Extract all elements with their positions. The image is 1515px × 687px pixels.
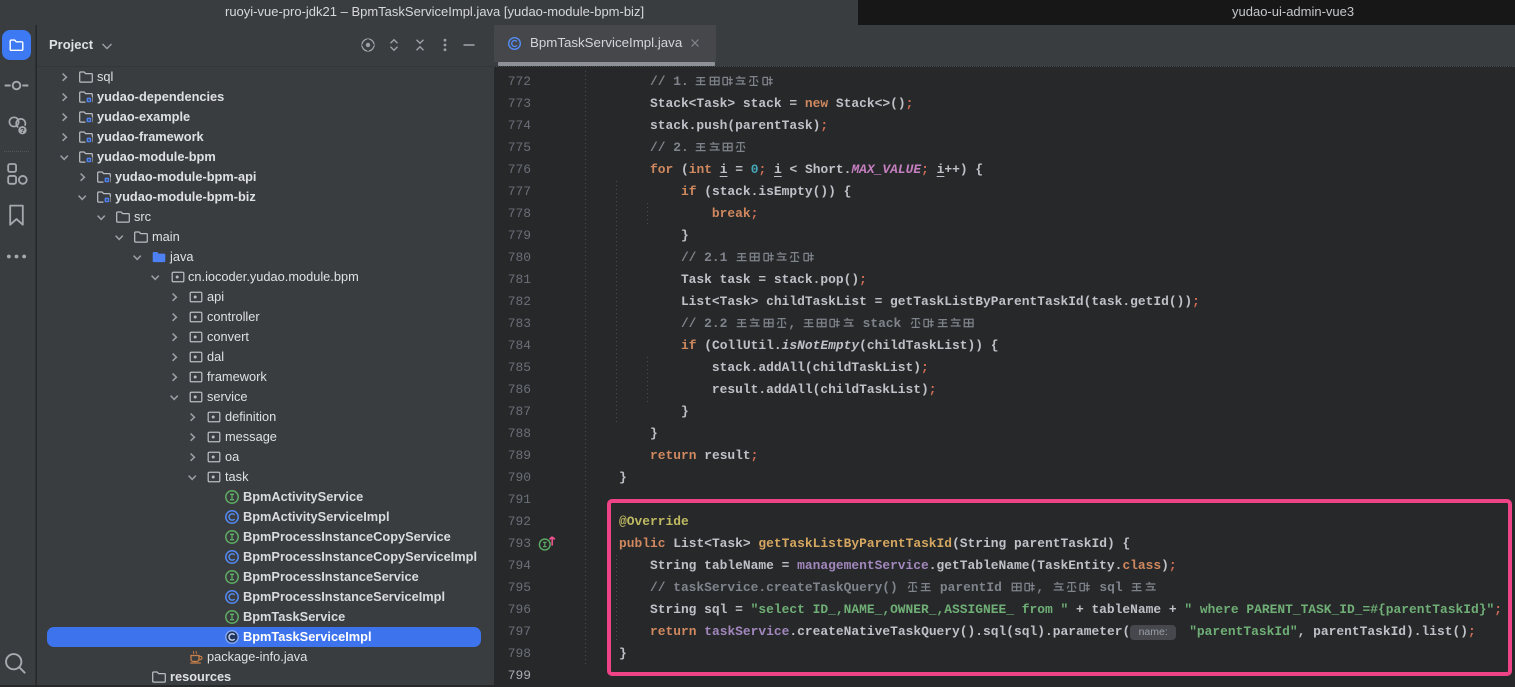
svg-text:?: ? [20,126,25,135]
